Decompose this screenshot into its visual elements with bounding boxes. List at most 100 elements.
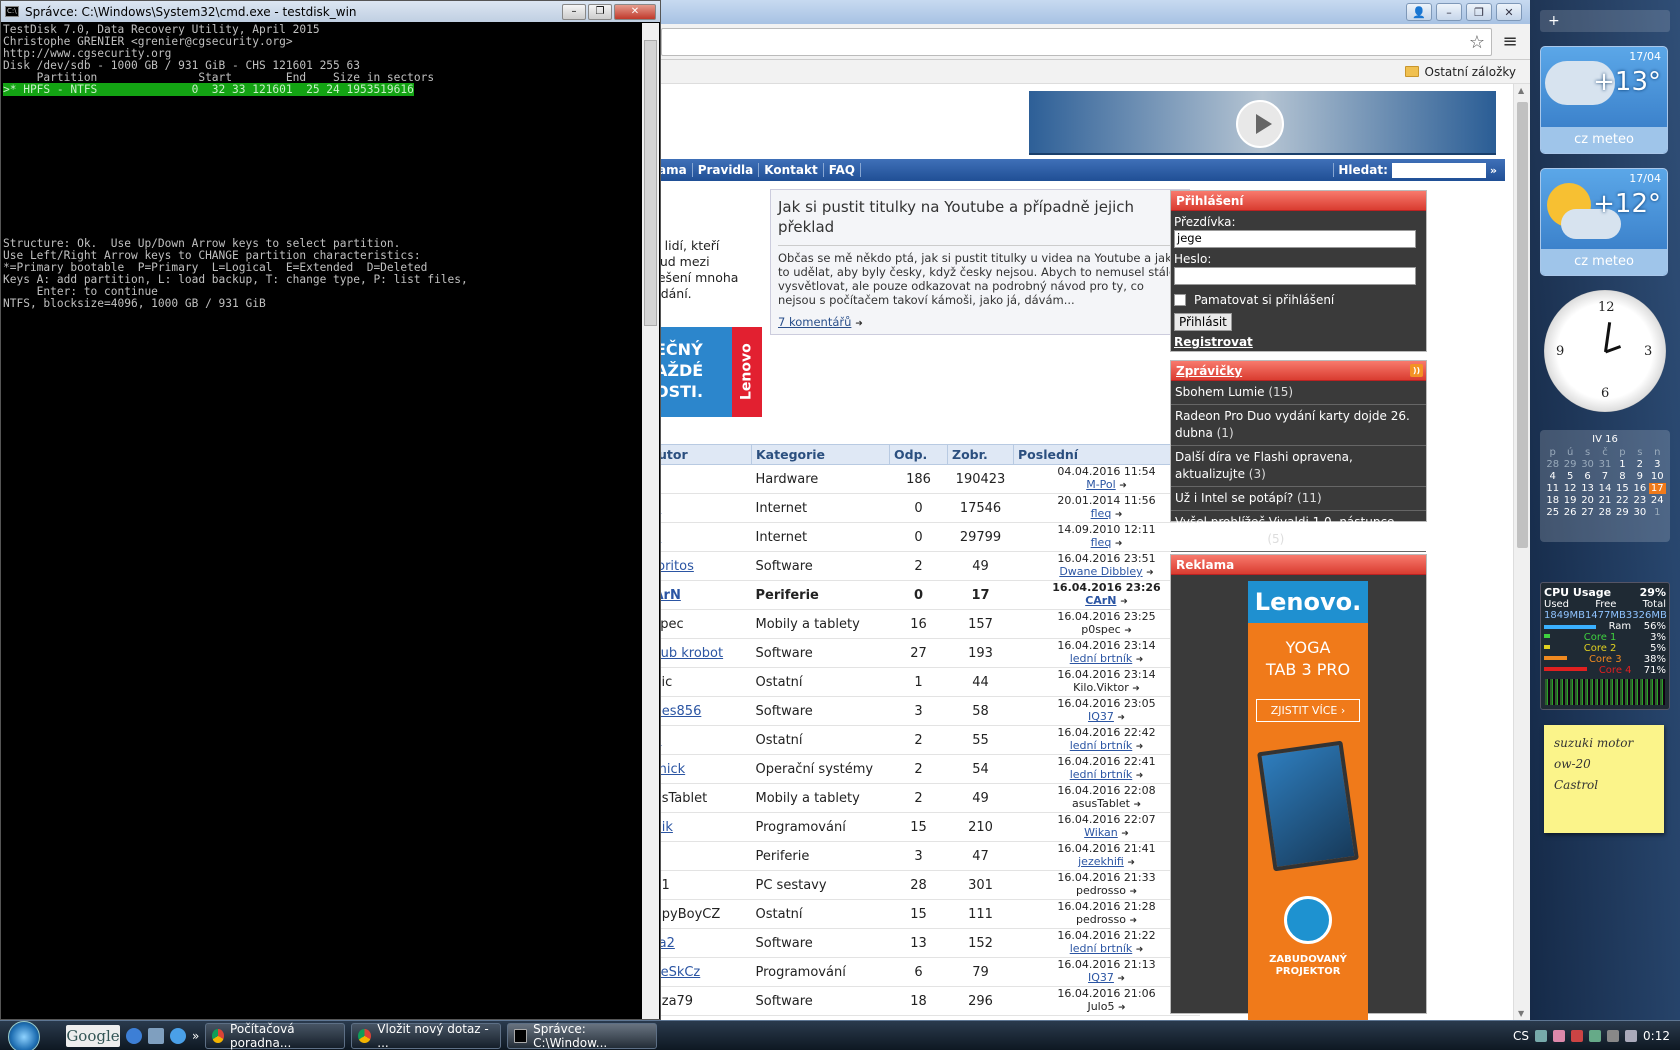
calendar-day[interactable]: 23 — [1631, 495, 1648, 506]
row-user[interactable]: fleq — [1091, 536, 1112, 549]
cmd-output[interactable]: TestDisk 7.0, Data Recovery Utility, Apr… — [3, 24, 643, 1014]
goto-arrow-icon[interactable]: ➜ — [1136, 655, 1144, 665]
volume-icon[interactable] — [1625, 1029, 1638, 1042]
taskbar-item-chrome-2[interactable]: Vložit nový dotaz - ... — [351, 1022, 502, 1050]
calendar-day[interactable]: 14 — [1596, 483, 1613, 494]
chevron-icon[interactable]: » — [192, 1029, 199, 1043]
calendar-day[interactable]: 1 — [1649, 507, 1666, 518]
goto-arrow-icon[interactable]: ➜ — [1117, 974, 1125, 984]
tray-icon[interactable] — [1589, 1029, 1602, 1042]
calendar-day[interactable]: 11 — [1544, 483, 1561, 494]
calendar-day[interactable]: 12 — [1561, 483, 1578, 494]
goto-arrow-icon[interactable]: ➜ — [1120, 597, 1128, 607]
calendar-day[interactable]: 20 — [1579, 495, 1596, 506]
calendar-gadget[interactable]: IV 16 p ú s č p s n 28 29 30 31 1 2 3 4 5 6 7 8 9 10 11 12 13 14… — [1540, 430, 1670, 542]
news-text[interactable]: Radeon Pro Duo vydání karty dojde 26. du… — [1175, 409, 1410, 440]
row-user[interactable]: M-Pol — [1086, 478, 1116, 491]
row-user[interactable]: p0spec — [1081, 623, 1121, 636]
goto-arrow-icon[interactable]: ➜ — [1127, 858, 1135, 868]
table-row[interactable]: rnick Operační systémy 2 54 16.04.2016 22:41… — [653, 754, 1200, 784]
goto-arrow-icon[interactable]: ➜ — [1119, 481, 1127, 491]
goto-arrow-icon[interactable]: ➜ — [1136, 771, 1144, 781]
calendar-day[interactable]: 13 — [1579, 483, 1596, 494]
weather-gadget[interactable]: 17/04 +12° cz meteo — [1540, 168, 1668, 276]
calendar-day[interactable]: 28 — [1544, 459, 1561, 470]
row-autor[interactable]: pes856 — [653, 696, 752, 726]
row-user[interactable]: Julo5 — [1087, 1000, 1114, 1013]
row-autor[interactable]: o1 — [653, 870, 752, 900]
show-desktop-icon[interactable] — [148, 1027, 164, 1044]
clock-time[interactable]: 0:12 — [1643, 1029, 1670, 1043]
page-scrollbar[interactable]: ▲ ▼ — [1513, 84, 1530, 1020]
row-autor[interactable]: loritos — [653, 551, 752, 581]
goto-arrow-icon[interactable]: ➜ — [1118, 1003, 1126, 1013]
calendar-day[interactable]: 25 — [1544, 507, 1561, 518]
goto-arrow-icon[interactable]: ➜ — [1115, 510, 1123, 520]
row-user[interactable]: Kilo.Viktor — [1073, 681, 1129, 694]
calendar-day[interactable]: 24 — [1649, 495, 1666, 506]
row-autor[interactable]: f — [653, 464, 752, 494]
cmd-scroll-thumb[interactable] — [644, 40, 657, 326]
calendar-day[interactable]: 1 — [1614, 459, 1631, 470]
calendar-day[interactable]: 6 — [1579, 471, 1596, 482]
row-autor[interactable]: spec — [653, 609, 752, 639]
clock-gadget[interactable]: 12 3 6 9 — [1544, 290, 1666, 412]
password-input[interactable] — [1174, 267, 1416, 285]
row-user[interactable]: lední brtník — [1070, 768, 1133, 781]
sticky-note[interactable]: suzuki motor ow-20 Castrol — [1544, 725, 1664, 833]
nav-item-kontakt[interactable]: Kontakt — [759, 163, 824, 177]
language-indicator[interactable]: CS — [1513, 1029, 1529, 1043]
calendar-day[interactable]: 16 — [1631, 483, 1648, 494]
article-title[interactable]: Jak si pustit titulky na Youtube a přípa… — [778, 197, 1182, 237]
row-user[interactable]: lední brtník — [1070, 652, 1133, 665]
network-icon[interactable] — [1607, 1029, 1620, 1042]
goto-arrow-icon[interactable]: ➜ — [1133, 800, 1141, 810]
col-kategorie[interactable]: Kategorie — [751, 444, 890, 465]
row-autor[interactable]: ťa2 — [653, 928, 752, 958]
calendar-day[interactable]: 30 — [1631, 507, 1648, 518]
user-icon[interactable]: 👤 — [1406, 3, 1432, 21]
table-row[interactable]: kub krobot Software 27 193 16.04.2016 23:14 l… — [653, 638, 1200, 668]
google-search-toolbar[interactable]: Google — [66, 1024, 120, 1047]
scroll-down-icon[interactable]: ▼ — [1518, 1009, 1524, 1018]
taskbar-item-chrome-1[interactable]: Počítačová poradna... — [205, 1022, 346, 1050]
tray-icon[interactable] — [1553, 1029, 1566, 1042]
rss-icon[interactable]: )) — [1410, 364, 1423, 377]
row-user[interactable]: lední brtník — [1070, 942, 1133, 955]
news-item[interactable]: Sbohem Lumie (15) — [1171, 381, 1426, 405]
table-row[interactable]: fHardware18619042304.04.2016 11:54M-Pol … — [653, 464, 1200, 494]
row-user[interactable]: asusTablet — [1072, 797, 1130, 810]
calendar-day[interactable]: 29 — [1561, 459, 1578, 470]
table-row[interactable]: ArN Periferie 0 17 16.04.2016 23:26 CArN ➜ — [653, 580, 1200, 610]
minimize-button[interactable]: – — [562, 3, 586, 20]
other-bookmarks[interactable]: Ostatní záložky — [1425, 65, 1516, 79]
news-item[interactable]: Další díra ve Flashi opravena, aktualizu… — [1171, 446, 1426, 487]
table-row[interactable]: usTablet Mobily a tablety 2 49 16.04.2016 22… — [653, 783, 1200, 813]
calendar-day[interactable]: 4 — [1544, 471, 1561, 482]
goto-arrow-icon[interactable]: ➜ — [1129, 916, 1137, 926]
calendar-day[interactable]: 27 — [1579, 507, 1596, 518]
remember-checkbox[interactable]: Pamatovat si přihlášení — [1174, 293, 1423, 307]
calendar-day[interactable]: 10 — [1649, 471, 1666, 482]
calendar-day[interactable]: 26 — [1561, 507, 1578, 518]
table-row[interactable]: tPeriferie34716.04.2016 21:41jezekhifi ➜ — [653, 841, 1200, 871]
lenovo-ad[interactable]: Lenovo. YOGA TAB 3 PRO ZJISTIT VÍCE › ZAB… — [1248, 581, 1368, 1020]
table-row[interactable]: loritos Software 2 49 16.04.2016 23:51 Dwane … — [653, 551, 1200, 581]
bookmark-star-icon[interactable]: ☆ — [1469, 32, 1485, 53]
register-link[interactable]: Registrovat — [1174, 335, 1423, 349]
row-user[interactable]: CArN — [1085, 594, 1116, 607]
goto-arrow-icon[interactable]: ➜ — [1129, 887, 1137, 897]
goto-arrow-icon[interactable]: ➜ — [1136, 742, 1144, 752]
row-user[interactable]: pedrosso — [1076, 884, 1126, 897]
goto-arrow-icon[interactable]: ➜ — [1146, 568, 1154, 578]
checkbox-icon[interactable] — [1174, 294, 1186, 306]
ie-icon[interactable] — [170, 1027, 186, 1044]
col-zobr[interactable]: Zobr. — [947, 444, 1014, 465]
row-user[interactable]: fleq — [1091, 507, 1112, 520]
close-button[interactable]: ✕ — [614, 3, 656, 20]
row-autor[interactable]: kub krobot — [653, 638, 752, 668]
chrome-menu-icon[interactable]: ≡ — [1498, 31, 1522, 52]
calendar-day[interactable]: 28 — [1596, 507, 1613, 518]
row-user[interactable]: jezekhifi — [1078, 855, 1124, 868]
tray-icon[interactable] — [1571, 1029, 1584, 1042]
